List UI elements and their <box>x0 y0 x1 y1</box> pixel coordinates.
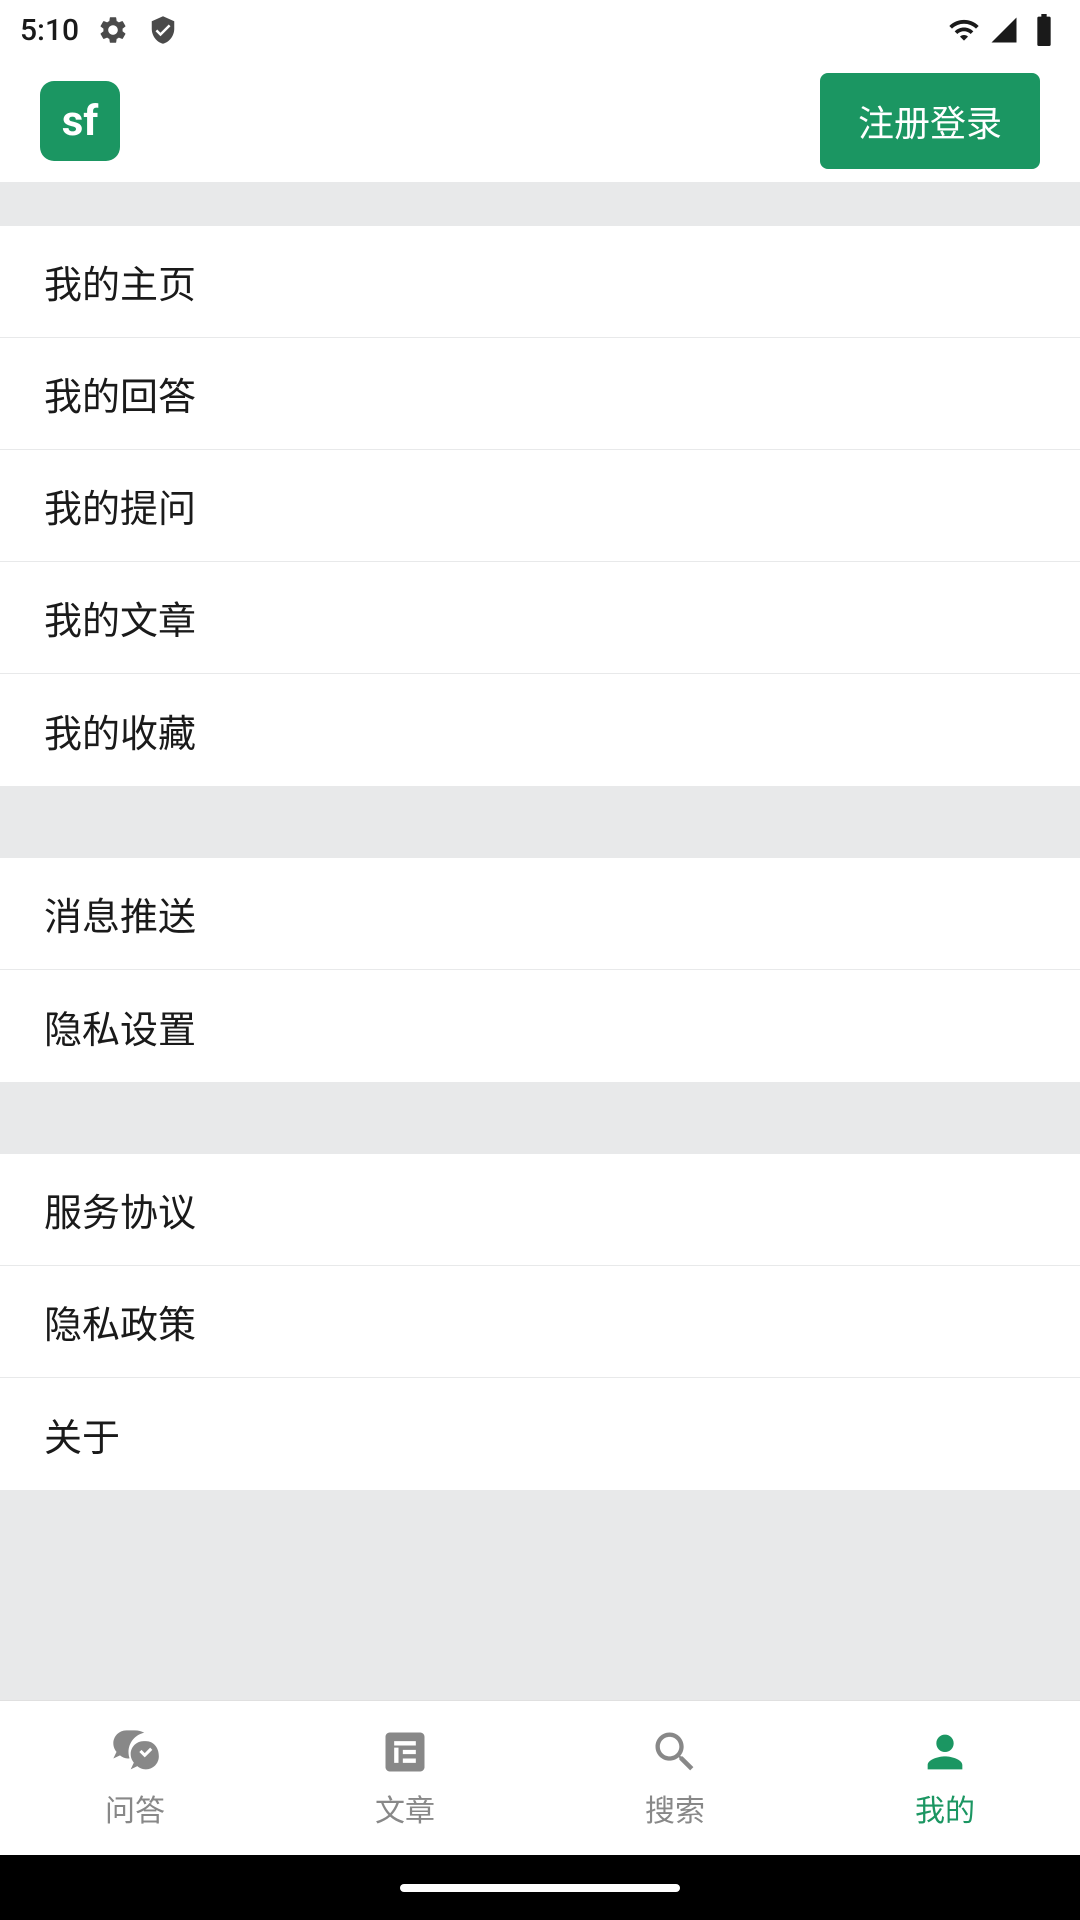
nav-qa[interactable]: 问答 <box>0 1701 270 1855</box>
section-gap-2 <box>0 1082 1080 1154</box>
nav-me[interactable]: 我的 <box>810 1701 1080 1855</box>
battery-icon <box>1028 14 1060 46</box>
menu-label: 我的收藏 <box>44 703 196 758</box>
nav-label: 文章 <box>375 1786 435 1830</box>
menu-service-agreement[interactable]: 服务协议 <box>0 1154 1080 1266</box>
menu-section-2: 消息推送 隐私设置 <box>0 858 1080 1082</box>
menu-label: 隐私设置 <box>44 999 196 1054</box>
status-time: 5:10 <box>20 13 79 48</box>
menu-my-articles[interactable]: 我的文章 <box>0 562 1080 674</box>
nav-label: 搜索 <box>645 1786 705 1830</box>
wifi-icon <box>948 14 980 46</box>
register-login-button[interactable]: 注册登录 <box>820 73 1040 169</box>
menu-label: 关于 <box>44 1407 120 1462</box>
menu-section-1: 我的主页 我的回答 我的提问 我的文章 我的收藏 <box>0 226 1080 786</box>
menu-section-3: 服务协议 隐私政策 关于 <box>0 1154 1080 1490</box>
top-spacer <box>0 182 1080 226</box>
menu-label: 服务协议 <box>44 1182 196 1237</box>
nav-articles[interactable]: 文章 <box>270 1701 540 1855</box>
settings-icon <box>97 14 129 46</box>
section-gap-1 <box>0 786 1080 858</box>
shield-icon <box>147 14 179 46</box>
menu-privacy-settings[interactable]: 隐私设置 <box>0 970 1080 1082</box>
status-right <box>948 14 1060 46</box>
nav-search[interactable]: 搜索 <box>540 1701 810 1855</box>
menu-my-answers[interactable]: 我的回答 <box>0 338 1080 450</box>
qa-icon <box>109 1726 161 1778</box>
nav-label: 问答 <box>105 1786 165 1830</box>
search-icon <box>649 1726 701 1778</box>
home-indicator[interactable] <box>400 1884 680 1892</box>
menu-label: 我的提问 <box>44 478 196 533</box>
logo-text: sf <box>62 97 99 146</box>
menu-label: 我的回答 <box>44 366 196 421</box>
app-header: sf 注册登录 <box>0 60 1080 182</box>
signal-icon <box>988 14 1020 46</box>
menu-privacy-policy[interactable]: 隐私政策 <box>0 1266 1080 1378</box>
app-logo: sf <box>40 81 120 161</box>
menu-my-home[interactable]: 我的主页 <box>0 226 1080 338</box>
menu-about[interactable]: 关于 <box>0 1378 1080 1490</box>
menu-push-notifications[interactable]: 消息推送 <box>0 858 1080 970</box>
menu-label: 消息推送 <box>44 886 196 941</box>
system-bar <box>0 1855 1080 1920</box>
nav-label: 我的 <box>915 1786 975 1830</box>
menu-label: 隐私政策 <box>44 1294 196 1349</box>
menu-label: 我的文章 <box>44 590 196 645</box>
person-icon <box>919 1726 971 1778</box>
status-bar: 5:10 <box>0 0 1080 60</box>
menu-my-favorites[interactable]: 我的收藏 <box>0 674 1080 786</box>
status-left: 5:10 <box>20 13 179 48</box>
menu-label: 我的主页 <box>44 254 196 309</box>
bottom-nav: 问答 文章 搜索 我的 <box>0 1700 1080 1855</box>
main-content: 我的主页 我的回答 我的提问 我的文章 我的收藏 消息推送 隐私设置 服务协议 … <box>0 182 1080 1700</box>
articles-icon <box>379 1726 431 1778</box>
menu-my-questions[interactable]: 我的提问 <box>0 450 1080 562</box>
